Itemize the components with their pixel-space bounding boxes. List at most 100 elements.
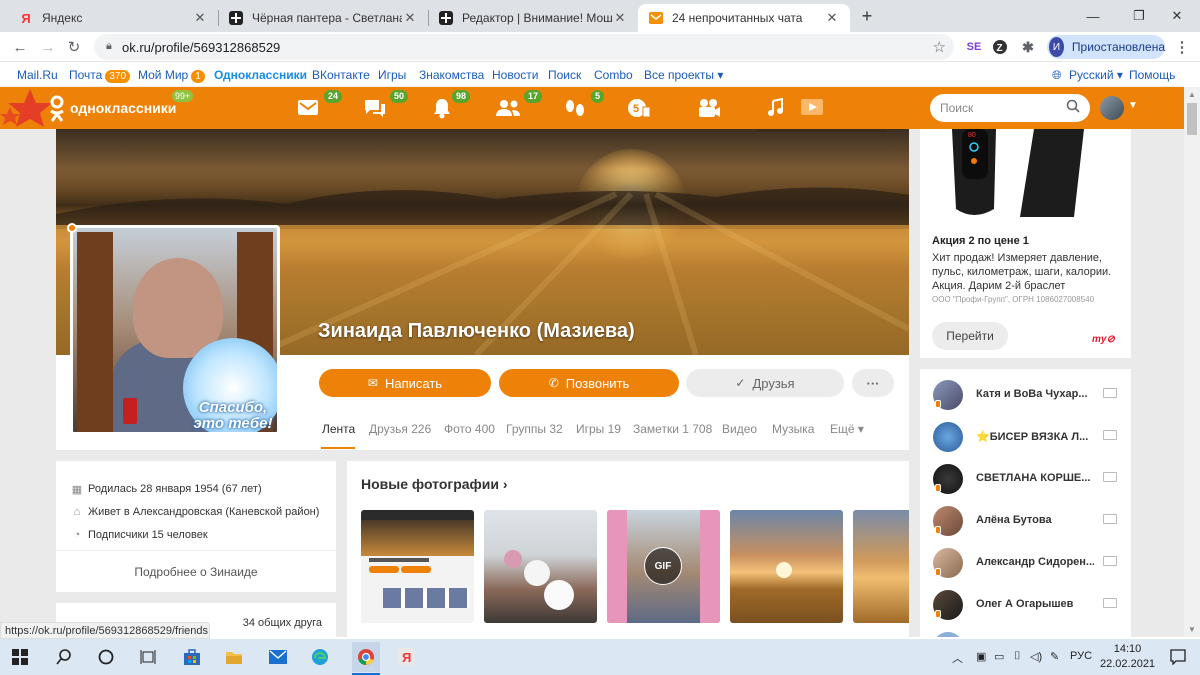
cortana-icon[interactable] bbox=[94, 645, 118, 669]
portal-link-mail[interactable]: Почта 370 bbox=[69, 68, 131, 83]
mail-app-icon[interactable] bbox=[266, 645, 290, 669]
reload-icon[interactable]: ↻ bbox=[64, 37, 84, 57]
extensions-puzzle-icon[interactable]: ✱ bbox=[1018, 37, 1038, 57]
search-input[interactable]: Поиск bbox=[930, 94, 1090, 122]
video-icon[interactable] bbox=[696, 97, 722, 119]
extension-icon[interactable]: SE bbox=[964, 37, 984, 57]
message-icon[interactable] bbox=[1103, 430, 1117, 440]
list-item[interactable]: Олег А Огарышев bbox=[920, 585, 1131, 625]
close-icon[interactable]: ✕ bbox=[402, 10, 418, 26]
photo-thumbnail[interactable]: GIF bbox=[607, 510, 720, 623]
portal-link-combo[interactable]: Combo bbox=[594, 68, 633, 82]
search-icon[interactable] bbox=[52, 645, 76, 669]
meet-now-icon[interactable]: ▣ bbox=[976, 650, 986, 663]
photo-thumbnail[interactable] bbox=[730, 510, 843, 623]
portal-link-games[interactable]: Игры bbox=[378, 68, 406, 82]
profile-button[interactable]: И Приостановлена bbox=[1047, 35, 1165, 59]
discussions-icon[interactable] bbox=[362, 97, 388, 119]
close-icon[interactable]: ✕ bbox=[612, 10, 628, 26]
write-button[interactable]: ✉ Написать bbox=[319, 369, 491, 397]
portal-link-vk[interactable]: ВКонтакте bbox=[312, 68, 370, 82]
browser-tab-active[interactable]: 24 непрочитанных чата ✕ bbox=[638, 4, 850, 32]
store-icon[interactable] bbox=[180, 645, 204, 669]
guests-icon[interactable] bbox=[562, 97, 588, 119]
back-icon[interactable]: ← bbox=[10, 37, 30, 57]
profile-avatar[interactable]: Спасибо, это тебе! bbox=[70, 225, 280, 435]
yandex-browser-icon[interactable]: Я bbox=[394, 645, 418, 669]
photo-thumbnail[interactable] bbox=[361, 510, 474, 623]
battery-icon[interactable]: ▭ bbox=[994, 650, 1004, 663]
clock[interactable]: 14:10 22.02.2021 bbox=[1100, 642, 1155, 672]
close-icon[interactable]: ✕ bbox=[192, 10, 208, 26]
list-item[interactable]: Александр Сидорен... bbox=[920, 543, 1131, 583]
edge-icon[interactable] bbox=[308, 645, 332, 669]
ad-panel[interactable]: 80 Акция 2 по цене 1 Хит продаж! Измеряе… bbox=[920, 129, 1131, 358]
portal-link-ok[interactable]: Одноклассники bbox=[214, 68, 307, 82]
more-actions-button[interactable]: ··· bbox=[852, 369, 894, 397]
ok-logo[interactable]: одноклассники 99+ bbox=[0, 87, 200, 129]
friends-icon[interactable] bbox=[495, 97, 521, 119]
list-item[interactable]: Алёна Бутова bbox=[920, 501, 1131, 541]
task-view-icon[interactable] bbox=[136, 645, 160, 669]
tab-photos[interactable]: Фото 400 bbox=[444, 422, 495, 436]
browser-tab[interactable]: Редактор | Внимание! Мошенн ✕ bbox=[428, 4, 638, 32]
tab-video[interactable]: Видео bbox=[722, 422, 757, 436]
new-photos-title[interactable]: Новые фотографии › bbox=[361, 476, 508, 492]
chevron-down-icon[interactable]: ▼ bbox=[1128, 100, 1138, 111]
windows-start-icon[interactable] bbox=[8, 645, 32, 669]
scrollbar-thumb[interactable] bbox=[1187, 103, 1197, 135]
tab-more[interactable]: Ещё ▾ bbox=[830, 422, 864, 436]
info-subscribers[interactable]: ◔ Подписчики 15 человек bbox=[70, 529, 208, 541]
chevron-up-icon[interactable]: ︿ bbox=[952, 650, 963, 666]
message-icon[interactable] bbox=[1103, 598, 1117, 608]
tab-feed[interactable]: Лента bbox=[322, 422, 355, 436]
minimize-button[interactable]: — bbox=[1070, 0, 1116, 32]
browser-tab[interactable]: Чёрная пантера - Светлана Хор ✕ bbox=[218, 4, 428, 32]
tab-friends[interactable]: Друзья 226 bbox=[369, 422, 431, 436]
message-icon[interactable] bbox=[1103, 556, 1117, 566]
photo-thumbnail[interactable] bbox=[484, 510, 597, 623]
message-icon[interactable] bbox=[1103, 514, 1117, 524]
call-button[interactable]: ✆ Позвонить bbox=[499, 369, 679, 397]
volume-icon[interactable]: ◁) bbox=[1030, 650, 1042, 663]
video-player-icon[interactable] bbox=[800, 97, 826, 119]
portal-link-news[interactable]: Новости bbox=[492, 68, 538, 82]
user-avatar[interactable] bbox=[1100, 96, 1124, 120]
scroll-up-icon[interactable]: ▲ bbox=[1188, 90, 1196, 99]
close-icon[interactable]: ✕ bbox=[824, 10, 840, 26]
zoom-extension-icon[interactable]: Z bbox=[990, 37, 1010, 57]
keyboard-language[interactable]: РУС bbox=[1070, 650, 1092, 662]
address-input[interactable]: 🔒︎ ok.ru/profile/569312868529 ☆ bbox=[94, 34, 954, 60]
portal-link-myworld[interactable]: Мой Мир 1 bbox=[138, 68, 205, 83]
bookmark-star-icon[interactable]: ☆ bbox=[933, 38, 946, 56]
tab-music[interactable]: Музыка bbox=[772, 422, 814, 436]
portal-link-dating[interactable]: Знакомства bbox=[419, 68, 484, 82]
message-icon[interactable] bbox=[1103, 472, 1117, 482]
list-item[interactable] bbox=[920, 627, 1131, 637]
scroll-down-icon[interactable]: ▼ bbox=[1188, 625, 1196, 634]
ad-go-button[interactable]: Перейти bbox=[932, 322, 1008, 350]
list-item[interactable]: СВЕТЛАНА КОРШЕ... bbox=[920, 459, 1131, 499]
photo-thumbnail[interactable] bbox=[853, 510, 909, 623]
list-item[interactable]: Катя и ВоВа Чухар... bbox=[920, 375, 1131, 415]
tab-notes[interactable]: Заметки 1 708 bbox=[633, 422, 712, 436]
help-link[interactable]: Помощь bbox=[1129, 68, 1175, 82]
friends-button[interactable]: ✓ Друзья bbox=[686, 369, 844, 397]
file-explorer-icon[interactable] bbox=[222, 645, 246, 669]
page-scrollbar[interactable]: ▲ ▼ bbox=[1184, 87, 1200, 637]
notification-center-icon[interactable] bbox=[1166, 645, 1190, 669]
pen-icon[interactable]: ✎ bbox=[1050, 650, 1059, 663]
tab-groups[interactable]: Группы 32 bbox=[506, 422, 563, 436]
messages-icon[interactable] bbox=[295, 97, 321, 119]
forward-icon[interactable]: → bbox=[38, 37, 58, 57]
events-icon[interactable]: 5 bbox=[627, 97, 653, 119]
message-icon[interactable] bbox=[1103, 388, 1117, 398]
browser-tab[interactable]: Я Яндекс ✕ bbox=[8, 4, 218, 32]
new-tab-button[interactable]: + bbox=[852, 0, 882, 32]
close-window-button[interactable]: ✕ bbox=[1154, 0, 1200, 32]
notifications-icon[interactable] bbox=[429, 97, 455, 119]
menu-dots-icon[interactable]: ⋮ bbox=[1172, 37, 1192, 57]
portal-link-search[interactable]: Поиск bbox=[548, 68, 581, 82]
tab-games[interactable]: Игры 19 bbox=[576, 422, 621, 436]
portal-link-mailru[interactable]: Mail.Ru bbox=[17, 68, 58, 82]
